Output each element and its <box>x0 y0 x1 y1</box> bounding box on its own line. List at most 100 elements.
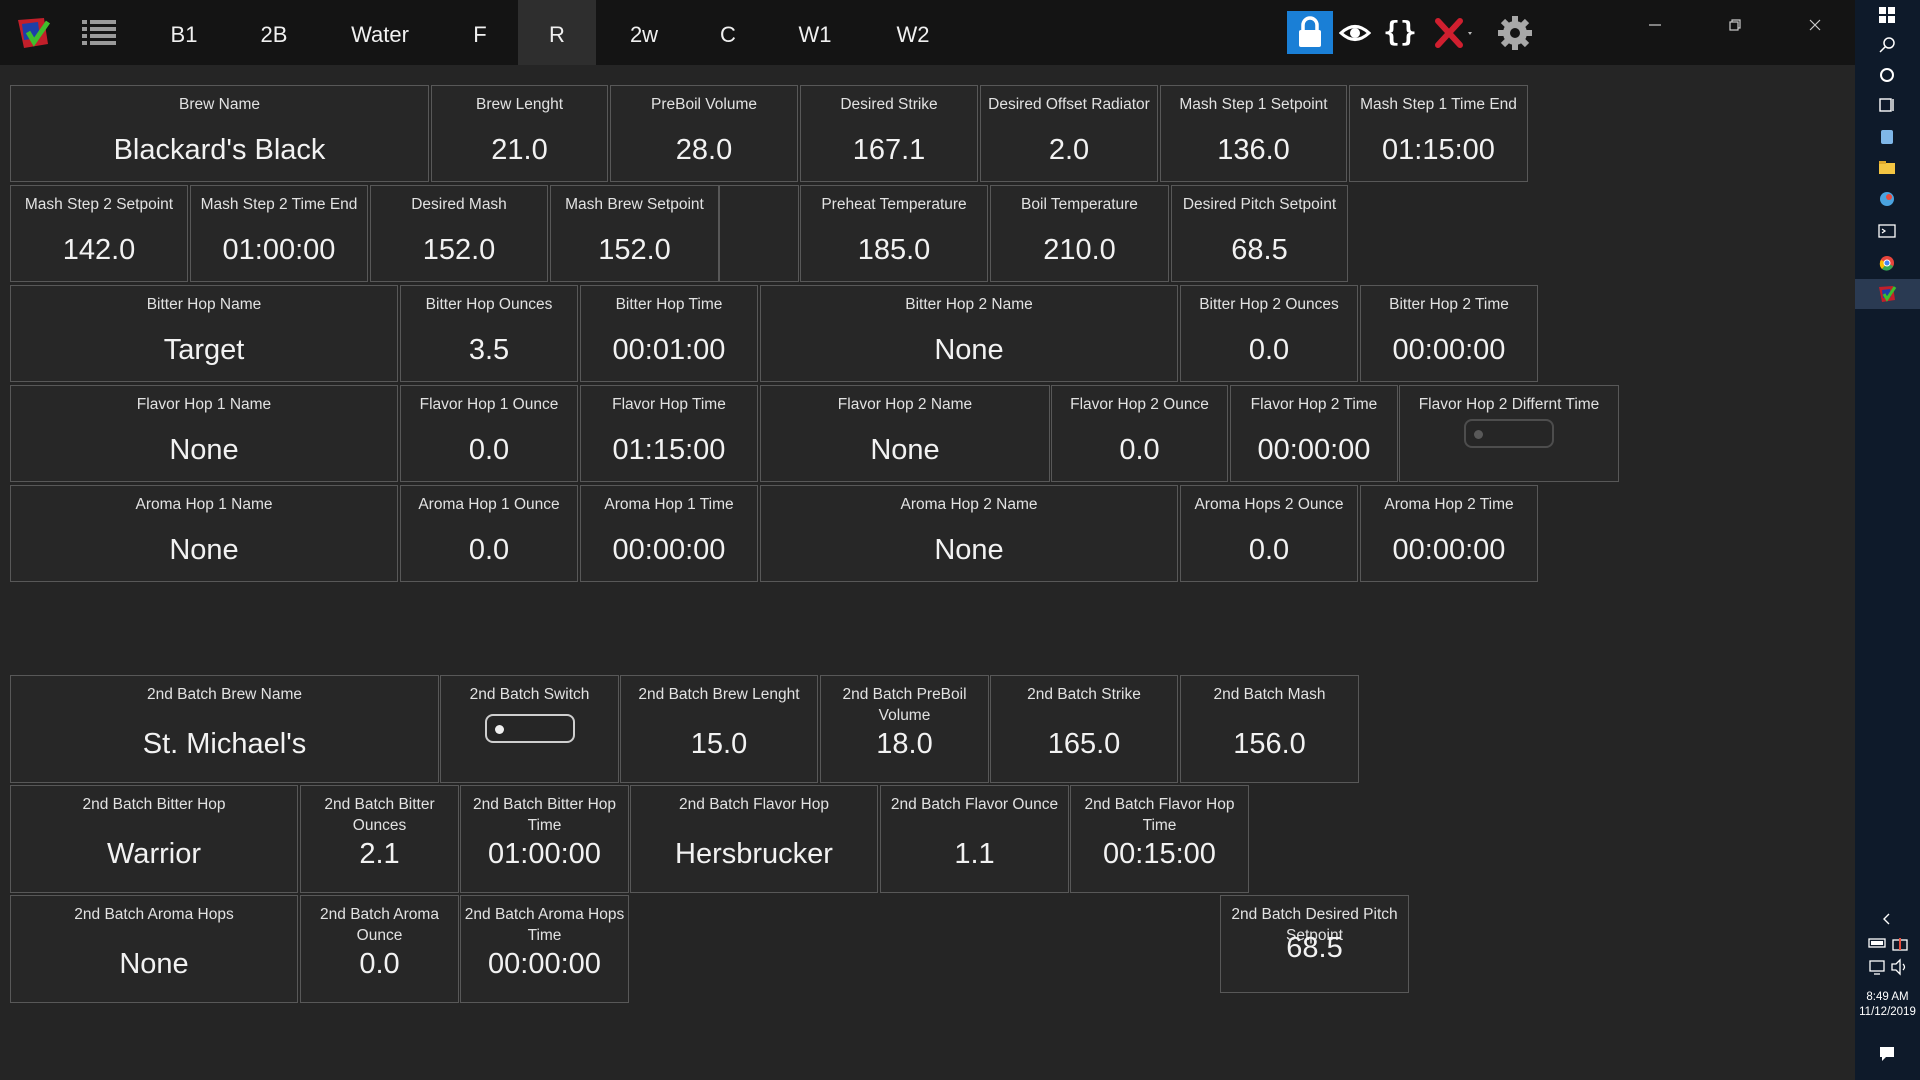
tile-label: Flavor Hop 1 Name <box>136 396 272 413</box>
gift-icon[interactable] <box>1887 930 1913 956</box>
tile-value: 28.0 <box>675 134 733 166</box>
tile-preboil-volume[interactable]: PreBoil Volume 28.0 <box>610 85 798 182</box>
tile-2nd-batch-aroma-hops[interactable]: 2nd Batch Aroma Hops None <box>10 895 298 1003</box>
tile-aroma-hop2-name[interactable]: Aroma Hop 2 Name None <box>760 485 1178 582</box>
app-icon[interactable] <box>1874 186 1900 212</box>
volume-icon[interactable] <box>1887 954 1913 980</box>
tile-value: 142.0 <box>62 234 136 266</box>
tile-2nd-batch-bitter-hop[interactable]: 2nd Batch Bitter Hop Warrior <box>10 785 298 893</box>
tile-label: 2nd Batch Flavor Hop <box>679 796 829 813</box>
tile-value: 00:15:00 <box>1103 838 1216 870</box>
tab-w2[interactable]: W2 <box>876 0 950 65</box>
tile-mash-step1-setpoint[interactable]: Mash Step 1 Setpoint 136.0 <box>1160 85 1347 182</box>
tile-bitter-hop2-ounces[interactable]: Bitter Hop 2 Ounces 0.0 <box>1180 285 1358 382</box>
tile-brew-length[interactable]: Brew Lenght 21.0 <box>431 85 608 182</box>
tile-label: Mash Step 1 Time End <box>1360 96 1517 113</box>
close-x-icon[interactable] <box>1432 14 1476 52</box>
tile-label: Flavor Hop 2 Name <box>837 396 973 413</box>
eye-icon[interactable] <box>1339 17 1371 49</box>
tile-aroma-hop2-time[interactable]: Aroma Hop 2 Time 00:00:00 <box>1360 485 1538 582</box>
tile-bitter-hop2-name[interactable]: Bitter Hop 2 Name None <box>760 285 1178 382</box>
tile-2nd-batch-aroma-hops-time[interactable]: 2nd Batch Aroma Hops Time 00:00:00 <box>460 895 629 1003</box>
tile-2nd-batch-flavor-ounce[interactable]: 2nd Batch Flavor Ounce 1.1 <box>880 785 1069 893</box>
flavor-hop2-different-time-toggle[interactable] <box>1464 419 1554 448</box>
lock-button[interactable] <box>1287 11 1333 54</box>
tab-w1[interactable]: W1 <box>780 0 850 65</box>
search-icon[interactable] <box>1874 32 1900 58</box>
tab-2w[interactable]: 2w <box>610 0 678 65</box>
task-view-icon[interactable] <box>1874 92 1900 118</box>
tab-2b[interactable]: 2B <box>240 0 308 65</box>
tile-2nd-batch-flavor-hop-time[interactable]: 2nd Batch Flavor Hop Time 00:15:00 <box>1070 785 1249 893</box>
tile-flavor-hop2-time[interactable]: Flavor Hop 2 Time 00:00:00 <box>1230 385 1398 482</box>
tile-aroma-hop1-time[interactable]: Aroma Hop 1 Time 00:00:00 <box>580 485 758 582</box>
tile-2nd-batch-preboil-volume[interactable]: 2nd Batch PreBoil Volume 18.0 <box>820 675 989 783</box>
system-clock[interactable]: 8:49 AM 11/12/2019 <box>1855 990 1920 1020</box>
tab-f[interactable]: F <box>450 0 510 65</box>
tile-2nd-batch-strike[interactable]: 2nd Batch Strike 165.0 <box>990 675 1178 783</box>
tile-2nd-batch-bitter-hop-time[interactable]: 2nd Batch Bitter Hop Time 01:00:00 <box>460 785 629 893</box>
tile-boil-temperature[interactable]: Boil Temperature 210.0 <box>990 185 1169 282</box>
top-toolbar: B1 2B Water F R 2w C W1 W2 {} <box>0 0 1855 65</box>
tile-aroma-hop1-name[interactable]: Aroma Hop 1 Name None <box>10 485 398 582</box>
tile-mash-step2-time-end[interactable]: Mash Step 2 Time End 01:00:00 <box>190 185 368 282</box>
tile-aroma-hop1-ounce[interactable]: Aroma Hop 1 Ounce 0.0 <box>400 485 578 582</box>
tile-label: 2nd Batch Flavor Hop Time <box>1084 796 1235 834</box>
tile-2nd-batch-brew-name[interactable]: 2nd Batch Brew Name St. Michael's <box>10 675 439 783</box>
tile-mash-brew-setpoint[interactable]: Mash Brew Setpoint 152.0 <box>550 185 719 282</box>
cortana-icon[interactable] <box>1874 62 1900 88</box>
clock-time: 8:49 AM <box>1866 991 1909 1003</box>
tile-bitter-hop-time[interactable]: Bitter Hop Time 00:01:00 <box>580 285 758 382</box>
tile-bitter-hop2-time[interactable]: Bitter Hop 2 Time 00:00:00 <box>1360 285 1538 382</box>
tile-value: Warrior <box>107 838 201 870</box>
tile-label: Bitter Hop Time <box>615 296 723 313</box>
tile-flavor-hop-time[interactable]: Flavor Hop Time 01:15:00 <box>580 385 758 482</box>
file-explorer-icon[interactable] <box>1874 155 1900 181</box>
tile-flavor-hop2-ounce[interactable]: Flavor Hop 2 Ounce 0.0 <box>1051 385 1228 482</box>
2nd-batch-switch-toggle[interactable] <box>485 714 575 743</box>
tile-2nd-batch-aroma-ounce[interactable]: 2nd Batch Aroma Ounce 0.0 <box>300 895 459 1003</box>
tile-aroma-hops2-ounce[interactable]: Aroma Hops 2 Ounce 0.0 <box>1180 485 1358 582</box>
tile-bitter-hop-ounces[interactable]: Bitter Hop Ounces 3.5 <box>400 285 578 382</box>
notifications-icon[interactable] <box>1874 1040 1900 1066</box>
tile-desired-mash[interactable]: Desired Mash 152.0 <box>370 185 548 282</box>
terminal-icon[interactable] <box>1874 218 1900 244</box>
tile-2nd-batch-bitter-ounces[interactable]: 2nd Batch Bitter Ounces 2.1 <box>300 785 459 893</box>
tab-water[interactable]: Water <box>330 0 430 65</box>
tile-desired-strike[interactable]: Desired Strike 167.1 <box>800 85 978 182</box>
braces-icon[interactable]: {} <box>1382 12 1418 52</box>
tile-2nd-batch-brew-length[interactable]: 2nd Batch Brew Lenght 15.0 <box>620 675 818 783</box>
windows-start-icon[interactable] <box>1874 2 1900 28</box>
tab-c[interactable]: C <box>698 0 758 65</box>
tile-desired-pitch-setpoint[interactable]: Desired Pitch Setpoint 68.5 <box>1171 185 1348 282</box>
tile-mash-step2-setpoint[interactable]: Mash Step 2 Setpoint 142.0 <box>10 185 188 282</box>
chrome-icon[interactable] <box>1874 250 1900 276</box>
tab-b1[interactable]: B1 <box>150 0 218 65</box>
brew-app-icon[interactable] <box>1874 281 1900 307</box>
tablet-app-icon[interactable] <box>1874 124 1900 150</box>
minimize-icon[interactable] <box>1640 10 1670 40</box>
tile-2nd-batch-switch: 2nd Batch Switch <box>440 675 619 783</box>
tile-2nd-batch-flavor-hop[interactable]: 2nd Batch Flavor Hop Hersbrucker <box>630 785 878 893</box>
tile-value: 2.1 <box>359 838 400 870</box>
tile-bitter-hop-name[interactable]: Bitter Hop Name Target <box>10 285 398 382</box>
list-menu-icon[interactable] <box>80 14 118 52</box>
tile-preheat-temperature[interactable]: Preheat Temperature 185.0 <box>800 185 988 282</box>
tile-2nd-batch-mash[interactable]: 2nd Batch Mash 156.0 <box>1180 675 1359 783</box>
tile-brew-name[interactable]: Brew Name Blackard's Black <box>10 85 429 182</box>
tile-value: 0.0 <box>468 434 510 466</box>
tile-label: Bitter Hop 2 Ounces <box>1199 296 1339 313</box>
restore-icon[interactable] <box>1720 10 1750 40</box>
tile-flavor-hop1-ounce[interactable]: Flavor Hop 1 Ounce 0.0 <box>400 385 578 482</box>
tile-flavor-hop2-name[interactable]: Flavor Hop 2 Name None <box>760 385 1050 482</box>
gear-icon[interactable] <box>1496 14 1534 52</box>
tab-r[interactable]: R <box>518 0 596 65</box>
chevron-left-icon[interactable] <box>1874 906 1900 932</box>
tile-flavor-hop1-name[interactable]: Flavor Hop 1 Name None <box>10 385 398 482</box>
tile-label: Bitter Hop Name <box>146 296 262 313</box>
tile-2nd-batch-desired-pitch-setpoint[interactable]: 2nd Batch Desired Pitch Setpoint 68.5 <box>1220 895 1409 993</box>
tile-label: 2nd Batch Brew Lenght <box>638 686 800 703</box>
tile-mash-step1-time-end[interactable]: Mash Step 1 Time End 01:15:00 <box>1349 85 1528 182</box>
tile-desired-offset-radiator[interactable]: Desired Offset Radiator 2.0 <box>980 85 1158 182</box>
close-window-icon[interactable] <box>1800 10 1830 40</box>
